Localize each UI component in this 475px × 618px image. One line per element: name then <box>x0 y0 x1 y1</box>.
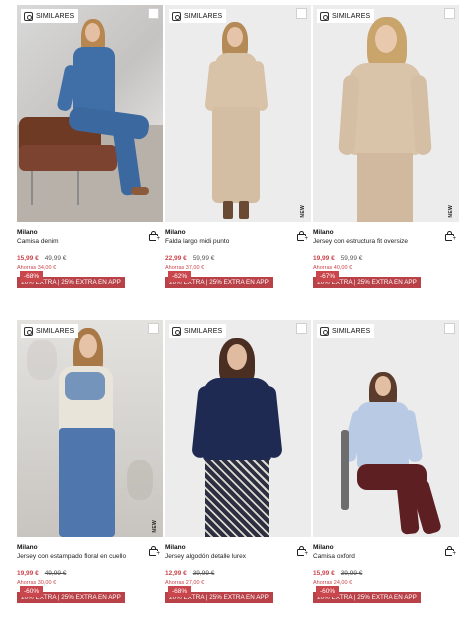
product-card[interactable]: SIMILARES -60% NEW + Milano Jersey con e… <box>17 320 163 603</box>
similar-icon <box>320 326 329 336</box>
product-old-price: 39,99 € <box>340 570 363 577</box>
new-tag: NEW <box>300 205 306 218</box>
product-card[interactable]: SIMILARES -68% + Milano Jersey algodón d… <box>165 320 311 603</box>
product-name[interactable]: Camisa oxford <box>313 553 438 560</box>
add-to-bag-icon[interactable]: + <box>149 231 160 242</box>
select-checkbox[interactable] <box>296 323 307 334</box>
add-to-bag-icon[interactable]: + <box>445 546 456 557</box>
select-checkbox[interactable] <box>296 8 307 19</box>
product-image[interactable] <box>17 5 163 222</box>
add-to-bag-icon[interactable]: + <box>445 231 456 242</box>
product-card[interactable]: SIMILARES -62% NEW + Milano Falda largo … <box>165 5 311 288</box>
product-price: 12,99 € <box>165 570 187 577</box>
add-to-bag-icon[interactable]: + <box>297 546 308 557</box>
product-image[interactable] <box>165 320 311 537</box>
select-checkbox[interactable] <box>148 8 159 19</box>
product-image[interactable] <box>165 5 311 222</box>
product-old-price: 49,99 € <box>44 255 67 262</box>
similar-icon <box>24 326 33 336</box>
product-old-price: 59,99 € <box>192 255 215 262</box>
discount-badge: -67% <box>316 271 340 282</box>
product-old-price: 49,99 € <box>44 570 67 577</box>
select-checkbox[interactable] <box>148 323 159 334</box>
similar-icon <box>172 11 181 21</box>
product-card[interactable]: SIMILARES -68% + Milano Camisa denim 15,… <box>17 5 163 288</box>
new-tag: NEW <box>448 205 454 218</box>
product-name[interactable]: Jersey con estructura fit oversize <box>313 238 438 245</box>
similar-button[interactable]: SIMILARES <box>21 9 79 23</box>
product-name[interactable]: Camisa denim <box>17 238 142 245</box>
product-image[interactable] <box>17 320 163 537</box>
product-old-price: 39,99 € <box>192 570 215 577</box>
product-card[interactable]: SIMILARES -67% NEW + Milano Jersey con e… <box>313 5 459 288</box>
similar-icon <box>172 326 181 336</box>
product-name[interactable]: Jersey algodón detalle lurex <box>165 553 290 560</box>
similar-button[interactable]: SIMILARES <box>317 9 375 23</box>
discount-badge: -68% <box>20 271 44 282</box>
discount-badge: -60% <box>20 586 44 597</box>
product-brand: Milano <box>313 229 334 236</box>
product-card[interactable]: SIMILARES -60% + Milano Camisa oxford 15… <box>313 320 459 603</box>
discount-badge: -60% <box>316 586 340 597</box>
product-price: 19,99 € <box>17 570 39 577</box>
similar-icon <box>320 11 329 21</box>
similar-button[interactable]: SIMILARES <box>21 324 79 338</box>
product-brand: Milano <box>165 544 186 551</box>
discount-badge: -68% <box>168 586 192 597</box>
product-price: 22,99 € <box>165 255 187 262</box>
discount-badge: -62% <box>168 271 192 282</box>
product-price: 15,99 € <box>17 255 39 262</box>
product-brand: Milano <box>165 229 186 236</box>
select-checkbox[interactable] <box>444 323 455 334</box>
product-brand: Milano <box>17 229 38 236</box>
product-brand: Milano <box>313 544 334 551</box>
product-grid: SIMILARES -68% + Milano Camisa denim 15,… <box>0 0 475 618</box>
similar-button[interactable]: SIMILARES <box>317 324 375 338</box>
select-checkbox[interactable] <box>444 8 455 19</box>
similar-button[interactable]: SIMILARES <box>169 324 227 338</box>
product-image[interactable] <box>313 320 459 537</box>
add-to-bag-icon[interactable]: + <box>297 231 308 242</box>
similar-button[interactable]: SIMILARES <box>169 9 227 23</box>
add-to-bag-icon[interactable]: + <box>149 546 160 557</box>
product-brand: Milano <box>17 544 38 551</box>
product-old-price: 59,99 € <box>340 255 363 262</box>
product-price: 19,99 € <box>313 255 335 262</box>
product-name[interactable]: Jersey con estampado floral en cuello <box>17 553 142 560</box>
new-tag: NEW <box>152 520 158 533</box>
similar-icon <box>24 11 33 21</box>
product-price: 15,99 € <box>313 570 335 577</box>
product-image[interactable] <box>313 5 459 222</box>
product-name[interactable]: Falda largo midi punto <box>165 238 290 245</box>
